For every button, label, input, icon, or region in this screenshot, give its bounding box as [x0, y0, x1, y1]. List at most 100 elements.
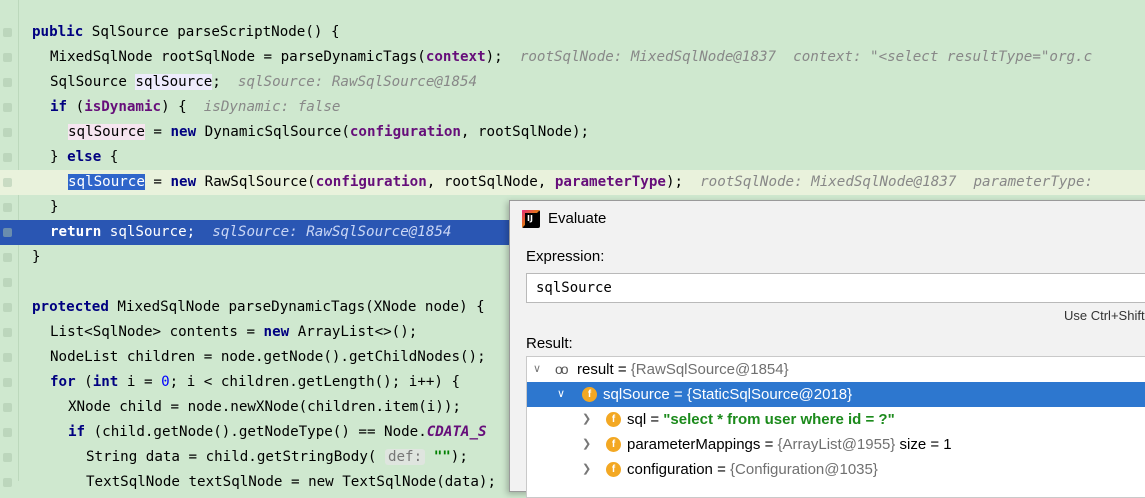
code-token: MixedSqlNode parseDynamicTags(XNode node… [108, 299, 485, 315]
code-token: def: [384, 449, 426, 465]
gutter-marker-icon[interactable] [3, 153, 12, 162]
code-line[interactable]: sqlSource = new RawSqlSource(configurati… [0, 170, 1145, 195]
code-token: } [50, 199, 59, 215]
chevron-down-icon[interactable]: ∨ [533, 357, 541, 382]
node-extra: size = 1 [895, 436, 952, 453]
chevron-right-icon[interactable]: ❯ [582, 407, 591, 432]
tree-node-configuration[interactable]: ❯ f configuration = {Configuration@1035} [527, 457, 1145, 482]
node-name: parameterMappings [627, 436, 761, 453]
code-token: parameterType [554, 174, 666, 190]
dialog-titlebar[interactable]: IJ Evaluate [510, 201, 1145, 237]
code-token: 0 [161, 374, 170, 390]
gutter-marker-icon[interactable] [3, 253, 12, 262]
result-tree[interactable]: ∨ oo result = {RawSqlSource@1854} ∨ f sq… [526, 356, 1145, 498]
watch-glasses-icon: oo [555, 361, 569, 377]
chevron-right-icon[interactable]: ❯ [582, 432, 591, 457]
code-token: SqlSource [50, 74, 136, 90]
code-token: = [144, 174, 171, 190]
node-value: {ArrayList@1955} [777, 436, 896, 453]
code-token: public [32, 24, 84, 40]
gutter-marker-icon[interactable] [3, 328, 12, 337]
code-line[interactable]: public SqlSource parseScriptNode() { [0, 20, 1145, 45]
field-icon: f [606, 462, 621, 477]
code-token: new [263, 324, 290, 340]
code-token: ); [485, 49, 503, 65]
node-separator: = [669, 386, 687, 403]
gutter-marker-icon[interactable] [3, 128, 12, 137]
tree-node-result[interactable]: ∨ oo result = {RawSqlSource@1854} [527, 357, 1145, 382]
dialog-title: Evaluate [548, 210, 607, 227]
gutter-marker-icon[interactable] [3, 203, 12, 212]
code-token: } [50, 149, 68, 165]
code-token: protected [32, 299, 109, 315]
tree-node-sqlsource[interactable]: ∨ f sqlSource = {StaticSqlSource@2018} [527, 382, 1145, 407]
gutter-marker-icon[interactable] [3, 453, 12, 462]
code-token: sqlSource [135, 74, 213, 90]
code-line[interactable]: if (isDynamic) { isDynamic: false [0, 95, 1145, 120]
field-icon: f [606, 412, 621, 427]
gutter-marker-icon[interactable] [3, 478, 12, 487]
code-token: ) { [161, 99, 187, 115]
code-token: configuration [315, 174, 427, 190]
code-token: TextSqlNode textSqlNode = new TextSqlNod… [86, 474, 496, 490]
code-token: , rootSqlNode); [460, 124, 590, 140]
code-token: configuration [349, 124, 461, 140]
gutter-marker-icon[interactable] [3, 378, 12, 387]
evaluate-dialog: IJ Evaluate Expression: sqlSource Use Ct… [509, 200, 1145, 498]
code-token: } [32, 249, 41, 265]
expression-label: Expression: [526, 248, 605, 265]
gutter-marker-icon[interactable] [3, 28, 12, 37]
code-token: String data = child.getStringBody( [86, 449, 385, 465]
result-label: Result: [526, 335, 573, 352]
code-token: List<SqlNode> contents = [50, 324, 264, 340]
field-icon: f [582, 387, 597, 402]
code-token: ; [212, 74, 221, 90]
code-token: if [50, 99, 68, 115]
code-token: ( [67, 99, 85, 115]
code-line[interactable]: SqlSource sqlSource; sqlSource: RawSqlSo… [0, 70, 1145, 95]
code-token: CDATA_S [426, 424, 487, 440]
node-name: sql [627, 411, 647, 428]
gutter-marker-icon[interactable] [3, 103, 12, 112]
code-token: new [170, 124, 197, 140]
code-token: else [67, 149, 102, 165]
code-token: SqlSource parseScriptNode() { [83, 24, 340, 40]
gutter-marker-icon[interactable] [3, 353, 12, 362]
chevron-down-icon[interactable]: ∨ [557, 382, 565, 407]
code-token: ; i < children.getLength(); i++) { [169, 374, 461, 390]
node-separator: = [646, 411, 664, 428]
code-token: MixedSqlNode rootSqlNode = parseDynamicT… [50, 49, 426, 65]
code-token: sqlSource; [101, 224, 196, 240]
gutter-marker-icon[interactable] [3, 428, 12, 437]
chevron-right-icon[interactable]: ❯ [582, 457, 591, 482]
gutter-marker-icon[interactable] [3, 78, 12, 87]
code-token: XNode child = node.newXNode(children.ite… [68, 399, 461, 415]
inline-debug-value: isDynamic: false [186, 99, 341, 115]
tree-node-parametermappings[interactable]: ❯ f parameterMappings = {ArrayList@1955}… [527, 432, 1145, 457]
gutter-marker-icon[interactable] [3, 53, 12, 62]
node-separator: = [760, 436, 778, 453]
tree-node-sql[interactable]: ❯ f sql = "select * from user where id =… [527, 407, 1145, 432]
code-token: for [50, 374, 76, 390]
field-icon: f [606, 437, 621, 452]
code-token: return [50, 224, 102, 240]
expression-input[interactable]: sqlSource [526, 273, 1145, 303]
code-line[interactable]: MixedSqlNode rootSqlNode = parseDynamicT… [0, 45, 1145, 70]
gutter-marker-icon[interactable] [3, 278, 12, 287]
node-separator: = [712, 461, 731, 478]
node-name: sqlSource [603, 386, 670, 403]
gutter-marker-icon[interactable] [3, 403, 12, 412]
code-token: NodeList children = node.getNode().getCh… [50, 349, 486, 365]
intellij-app-icon: IJ [522, 210, 540, 228]
code-line[interactable]: sqlSource = new DynamicSqlSource(configu… [0, 120, 1145, 145]
code-token: isDynamic [84, 99, 162, 115]
gutter-marker-icon[interactable] [3, 228, 12, 237]
node-value: {RawSqlSource@1854} [630, 361, 789, 378]
code-line[interactable]: } else { [0, 145, 1145, 170]
code-token: "" [433, 449, 451, 465]
code-token: DynamicSqlSource( [196, 124, 350, 140]
gutter-marker-icon[interactable] [3, 178, 12, 187]
node-value: {Configuration@1035} [730, 461, 878, 478]
gutter-marker-icon[interactable] [3, 303, 12, 312]
